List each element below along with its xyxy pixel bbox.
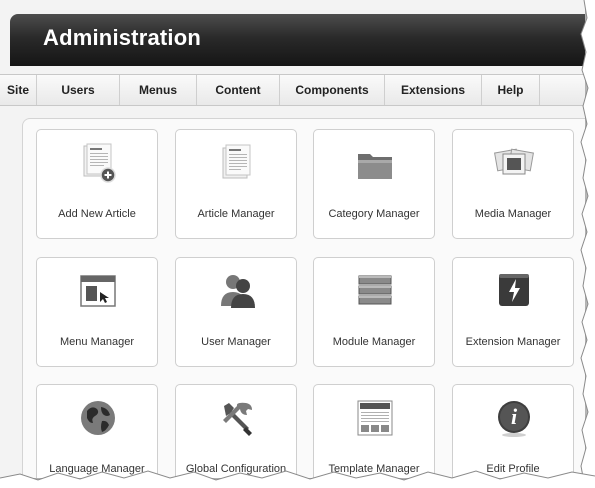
tile-edit-profile[interactable]: i Edit Profile — [452, 384, 574, 478]
quick-icons-panel: Add New Article Article Manager Category… — [22, 118, 585, 478]
torn-edge-right — [580, 0, 595, 488]
menu-content[interactable]: Content — [197, 75, 280, 105]
extension-icon — [499, 274, 529, 306]
tile-label: Extension Manager — [465, 336, 561, 348]
tools-icon — [223, 402, 252, 436]
tile-label: Article Manager — [197, 208, 275, 220]
menu-site[interactable]: Site — [0, 75, 37, 105]
tile-label: Module Manager — [332, 336, 416, 348]
tile-extension-manager[interactable]: Extension Manager — [452, 257, 574, 367]
torn-edge-bottom — [0, 470, 595, 488]
globe-icon — [81, 401, 115, 435]
users-icon — [221, 275, 255, 308]
tile-add-new-article[interactable]: Add New Article — [36, 129, 158, 239]
menu-help[interactable]: Help — [482, 75, 540, 105]
svg-text:i: i — [511, 404, 518, 429]
tile-language-manager[interactable]: Language Manager — [36, 384, 158, 478]
tile-module-manager[interactable]: Module Manager — [313, 257, 435, 367]
tile-media-manager[interactable]: Media Manager — [452, 129, 574, 239]
page-title: Administration — [43, 25, 202, 50]
admin-window: Administration Site Users Menus Content … — [0, 0, 585, 478]
add-article-icon — [83, 143, 116, 183]
menu-components[interactable]: Components — [280, 75, 385, 105]
menu-extensions[interactable]: Extensions — [385, 75, 482, 105]
tile-label: Add New Article — [58, 208, 136, 220]
menu-menus[interactable]: Menus — [120, 75, 197, 105]
tile-label: Media Manager — [474, 208, 552, 220]
menu-icon — [80, 275, 116, 307]
module-icon — [358, 275, 392, 305]
folder-icon — [358, 154, 392, 179]
tile-global-configuration[interactable]: Global Configuration — [175, 384, 297, 478]
tile-category-manager[interactable]: Category Manager — [313, 129, 435, 239]
tile-menu-manager[interactable]: Menu Manager — [36, 257, 158, 367]
menu-users[interactable]: Users — [37, 75, 120, 105]
tile-label: Category Manager — [328, 208, 420, 220]
tile-article-manager[interactable]: Article Manager — [175, 129, 297, 239]
tile-label: Menu Manager — [60, 336, 134, 348]
info-icon: i — [498, 401, 530, 437]
article-icon — [222, 144, 251, 179]
tile-template-manager[interactable]: Template Manager — [313, 384, 435, 478]
header-bar: Administration — [10, 14, 585, 66]
main-menu: Site Users Menus Content Components Exte… — [0, 74, 585, 106]
media-icon — [494, 148, 534, 175]
tile-user-manager[interactable]: User Manager — [175, 257, 297, 367]
template-icon — [357, 400, 393, 436]
tile-label: User Manager — [201, 336, 271, 348]
